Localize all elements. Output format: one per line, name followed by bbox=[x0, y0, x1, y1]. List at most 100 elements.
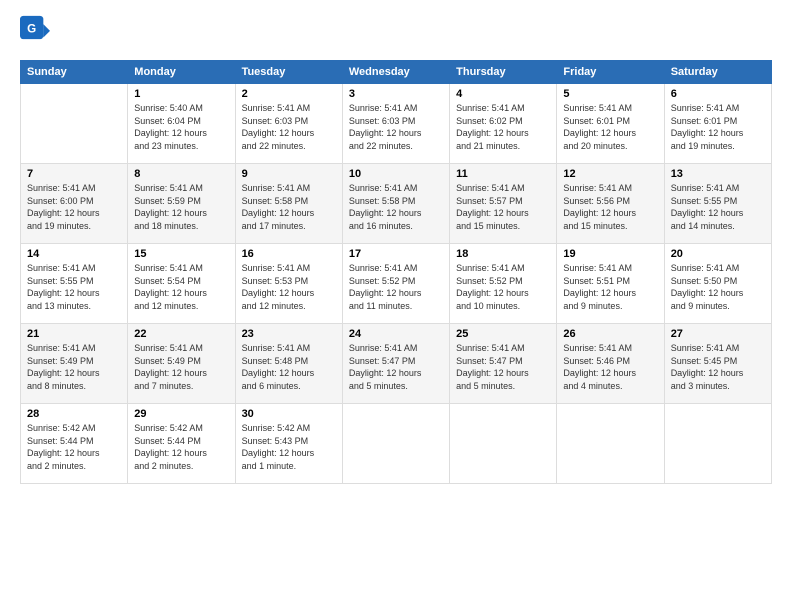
day-number: 2 bbox=[242, 88, 336, 100]
day-detail: Sunrise: 5:41 AM Sunset: 5:50 PM Dayligh… bbox=[671, 262, 765, 312]
day-detail: Sunrise: 5:41 AM Sunset: 5:56 PM Dayligh… bbox=[563, 182, 657, 232]
day-detail: Sunrise: 5:41 AM Sunset: 5:54 PM Dayligh… bbox=[134, 262, 228, 312]
day-detail: Sunrise: 5:41 AM Sunset: 5:53 PM Dayligh… bbox=[242, 262, 336, 312]
day-number: 6 bbox=[671, 88, 765, 100]
col-header-tuesday: Tuesday bbox=[235, 61, 342, 84]
calendar-cell: 16Sunrise: 5:41 AM Sunset: 5:53 PM Dayli… bbox=[235, 244, 342, 324]
day-number: 15 bbox=[134, 248, 228, 260]
header: G bbox=[20, 15, 772, 50]
col-header-monday: Monday bbox=[128, 61, 235, 84]
calendar-cell: 8 Sunrise: 5:41 AM Sunset: 5:59 PM Daylig… bbox=[128, 164, 235, 244]
calendar-cell bbox=[450, 404, 557, 484]
day-detail: Sunrise: 5:41 AM Sunset: 6:02 PM Dayligh… bbox=[456, 102, 550, 152]
calendar-cell: 19 Sunrise: 5:41 AM Sunset: 5:51 PM Dayli… bbox=[557, 244, 664, 324]
calendar-cell: 21 Sunrise: 5:41 AM Sunset: 5:49 PM Dayli… bbox=[21, 324, 128, 404]
calendar-cell: 7 Sunrise: 5:41 AM Sunset: 6:00 PM Daylig… bbox=[21, 164, 128, 244]
calendar-cell: 22 Sunrise: 5:41 AM Sunset: 5:49 PM Dayli… bbox=[128, 324, 235, 404]
calendar-page: G SundayMondayTuesdayWednesdayThursdayFr… bbox=[0, 0, 792, 612]
header-row: SundayMondayTuesdayWednesdayThursdayFrid… bbox=[21, 61, 772, 84]
day-detail: Sunrise: 5:41 AM Sunset: 5:52 PM Dayligh… bbox=[456, 262, 550, 312]
calendar-cell: 27 Sunrise: 5:41 AM Sunset: 5:45 PM Dayli… bbox=[664, 324, 771, 404]
calendar-cell: 3 Sunrise: 5:41 AM Sunset: 6:03 PM Daylig… bbox=[342, 84, 449, 164]
week-row-4: 21 Sunrise: 5:41 AM Sunset: 5:49 PM Dayli… bbox=[21, 324, 772, 404]
calendar-cell bbox=[557, 404, 664, 484]
calendar-cell: 20 Sunrise: 5:41 AM Sunset: 5:50 PM Dayli… bbox=[664, 244, 771, 324]
calendar-cell: 4 Sunrise: 5:41 AM Sunset: 6:02 PM Daylig… bbox=[450, 84, 557, 164]
day-number: 20 bbox=[671, 248, 765, 260]
day-number: 4 bbox=[456, 88, 550, 100]
day-number: 12 bbox=[563, 168, 657, 180]
calendar-cell: 2Sunrise: 5:41 AM Sunset: 6:03 PM Daylig… bbox=[235, 84, 342, 164]
day-detail: Sunrise: 5:41 AM Sunset: 6:01 PM Dayligh… bbox=[563, 102, 657, 152]
calendar-cell: 6 Sunrise: 5:41 AM Sunset: 6:01 PM Daylig… bbox=[664, 84, 771, 164]
day-detail: Sunrise: 5:41 AM Sunset: 6:03 PM Dayligh… bbox=[349, 102, 443, 152]
day-detail: Sunrise: 5:42 AM Sunset: 5:44 PM Dayligh… bbox=[27, 422, 121, 472]
col-header-wednesday: Wednesday bbox=[342, 61, 449, 84]
day-number: 18 bbox=[456, 248, 550, 260]
day-detail: Sunrise: 5:42 AM Sunset: 5:44 PM Dayligh… bbox=[134, 422, 228, 472]
day-detail: Sunrise: 5:41 AM Sunset: 5:51 PM Dayligh… bbox=[563, 262, 657, 312]
calendar-cell: 29 Sunrise: 5:42 AM Sunset: 5:44 PM Dayli… bbox=[128, 404, 235, 484]
calendar-cell: 13Sunrise: 5:41 AM Sunset: 5:55 PM Dayli… bbox=[664, 164, 771, 244]
logo: G bbox=[20, 15, 54, 50]
col-header-sunday: Sunday bbox=[21, 61, 128, 84]
day-detail: Sunrise: 5:41 AM Sunset: 5:47 PM Dayligh… bbox=[349, 342, 443, 392]
day-number: 1 bbox=[134, 88, 228, 100]
day-number: 29 bbox=[134, 408, 228, 420]
day-detail: Sunrise: 5:41 AM Sunset: 5:58 PM Dayligh… bbox=[349, 182, 443, 232]
day-number: 7 bbox=[27, 168, 121, 180]
day-number: 30 bbox=[242, 408, 336, 420]
day-number: 19 bbox=[563, 248, 657, 260]
day-detail: Sunrise: 5:41 AM Sunset: 5:59 PM Dayligh… bbox=[134, 182, 228, 232]
week-row-1: 1 Sunrise: 5:40 AM Sunset: 6:04 PM Daylig… bbox=[21, 84, 772, 164]
calendar-cell: 12 Sunrise: 5:41 AM Sunset: 5:56 PM Dayli… bbox=[557, 164, 664, 244]
day-number: 23 bbox=[242, 328, 336, 340]
day-number: 17 bbox=[349, 248, 443, 260]
col-header-thursday: Thursday bbox=[450, 61, 557, 84]
day-detail: Sunrise: 5:41 AM Sunset: 5:57 PM Dayligh… bbox=[456, 182, 550, 232]
day-number: 3 bbox=[349, 88, 443, 100]
day-number: 22 bbox=[134, 328, 228, 340]
day-number: 14 bbox=[27, 248, 121, 260]
calendar-cell bbox=[664, 404, 771, 484]
calendar-cell: 9 Sunrise: 5:41 AM Sunset: 5:58 PM Daylig… bbox=[235, 164, 342, 244]
day-number: 5 bbox=[563, 88, 657, 100]
calendar-cell: 25Sunrise: 5:41 AM Sunset: 5:47 PM Dayli… bbox=[450, 324, 557, 404]
day-detail: Sunrise: 5:41 AM Sunset: 5:58 PM Dayligh… bbox=[242, 182, 336, 232]
day-number: 9 bbox=[242, 168, 336, 180]
day-detail: Sunrise: 5:40 AM Sunset: 6:04 PM Dayligh… bbox=[134, 102, 228, 152]
calendar-table: SundayMondayTuesdayWednesdayThursdayFrid… bbox=[20, 60, 772, 484]
calendar-cell: 30 Sunrise: 5:42 AM Sunset: 5:43 PM Dayli… bbox=[235, 404, 342, 484]
day-number: 8 bbox=[134, 168, 228, 180]
col-header-saturday: Saturday bbox=[664, 61, 771, 84]
svg-text:G: G bbox=[27, 23, 36, 36]
day-number: 27 bbox=[671, 328, 765, 340]
calendar-cell: 10 Sunrise: 5:41 AM Sunset: 5:58 PM Dayli… bbox=[342, 164, 449, 244]
week-row-2: 7 Sunrise: 5:41 AM Sunset: 6:00 PM Daylig… bbox=[21, 164, 772, 244]
calendar-cell bbox=[342, 404, 449, 484]
day-number: 10 bbox=[349, 168, 443, 180]
day-detail: Sunrise: 5:41 AM Sunset: 5:49 PM Dayligh… bbox=[134, 342, 228, 392]
day-number: 11 bbox=[456, 168, 550, 180]
calendar-cell: 17Sunrise: 5:41 AM Sunset: 5:52 PM Dayli… bbox=[342, 244, 449, 324]
col-header-friday: Friday bbox=[557, 61, 664, 84]
day-detail: Sunrise: 5:41 AM Sunset: 5:49 PM Dayligh… bbox=[27, 342, 121, 392]
calendar-cell: 15 Sunrise: 5:41 AM Sunset: 5:54 PM Dayli… bbox=[128, 244, 235, 324]
calendar-cell: 26Sunrise: 5:41 AM Sunset: 5:46 PM Dayli… bbox=[557, 324, 664, 404]
day-detail: Sunrise: 5:41 AM Sunset: 5:55 PM Dayligh… bbox=[27, 262, 121, 312]
day-number: 21 bbox=[27, 328, 121, 340]
day-detail: Sunrise: 5:41 AM Sunset: 6:01 PM Dayligh… bbox=[671, 102, 765, 152]
day-number: 25 bbox=[456, 328, 550, 340]
logo-icon: G bbox=[20, 15, 50, 50]
week-row-3: 14 Sunrise: 5:41 AM Sunset: 5:55 PM Dayli… bbox=[21, 244, 772, 324]
day-number: 24 bbox=[349, 328, 443, 340]
calendar-cell: 28Sunrise: 5:42 AM Sunset: 5:44 PM Dayli… bbox=[21, 404, 128, 484]
day-detail: Sunrise: 5:42 AM Sunset: 5:43 PM Dayligh… bbox=[242, 422, 336, 472]
calendar-cell: 11 Sunrise: 5:41 AM Sunset: 5:57 PM Dayli… bbox=[450, 164, 557, 244]
day-detail: Sunrise: 5:41 AM Sunset: 5:46 PM Dayligh… bbox=[563, 342, 657, 392]
day-detail: Sunrise: 5:41 AM Sunset: 5:48 PM Dayligh… bbox=[242, 342, 336, 392]
day-detail: Sunrise: 5:41 AM Sunset: 5:45 PM Dayligh… bbox=[671, 342, 765, 392]
calendar-cell: 24 Sunrise: 5:41 AM Sunset: 5:47 PM Dayli… bbox=[342, 324, 449, 404]
week-row-5: 28Sunrise: 5:42 AM Sunset: 5:44 PM Dayli… bbox=[21, 404, 772, 484]
day-detail: Sunrise: 5:41 AM Sunset: 6:00 PM Dayligh… bbox=[27, 182, 121, 232]
